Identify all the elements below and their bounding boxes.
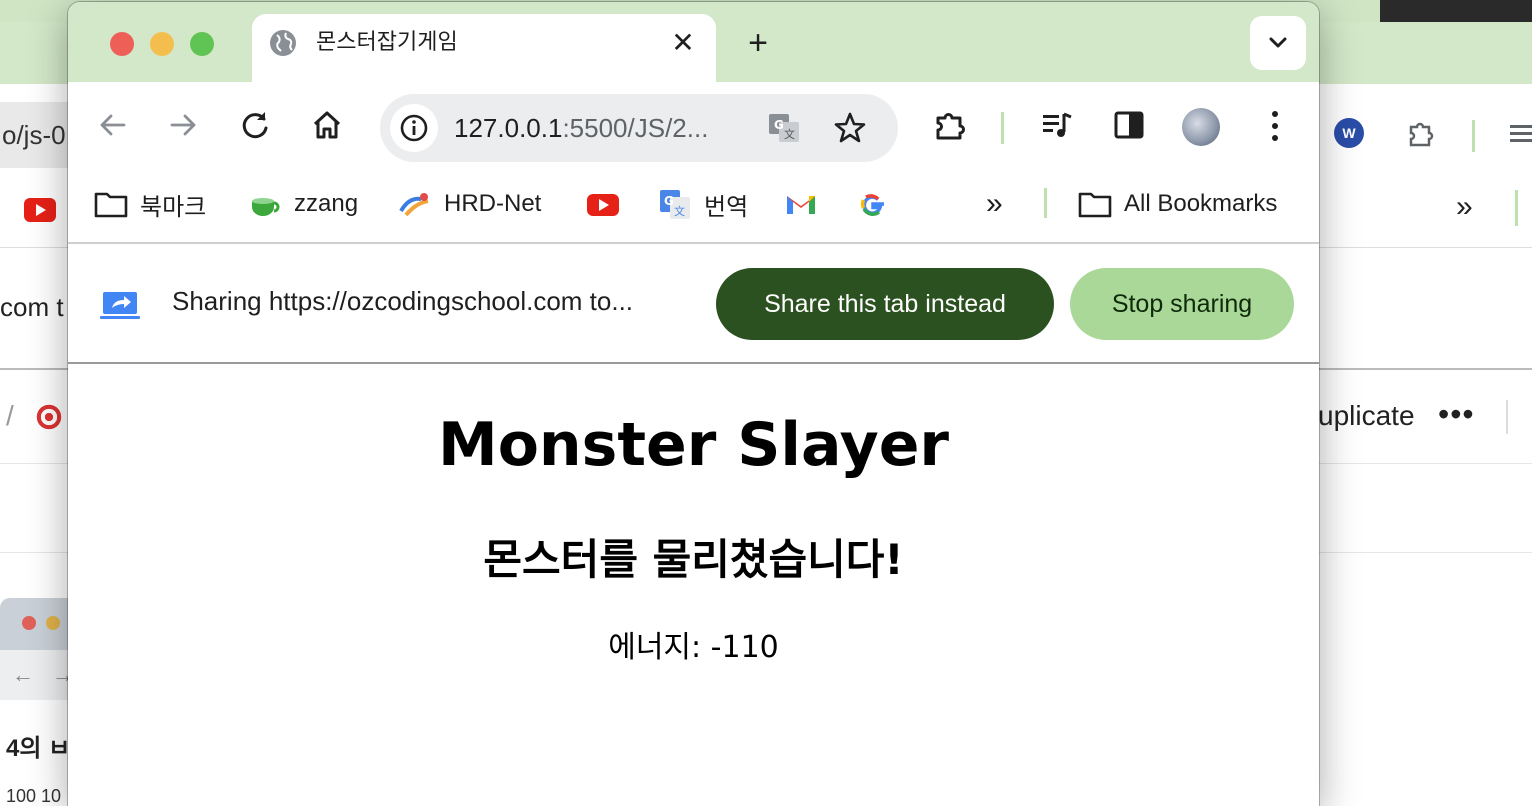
reload-icon[interactable] [238, 108, 272, 142]
more-options-icon[interactable]: ••• [1438, 396, 1475, 433]
fullscreen-window-button[interactable] [190, 32, 214, 56]
url-text[interactable]: 127.0.0.1:5500/JS/2... [454, 94, 708, 162]
svg-text:G: G [664, 194, 674, 208]
bookmark-folder[interactable]: 북마크 [94, 186, 206, 222]
more-bookmarks-chevron[interactable]: » [986, 186, 1003, 222]
w-extension-icon[interactable]: W [1334, 118, 1364, 148]
youtube-icon [587, 194, 619, 216]
url-path: :5500/JS/2... [562, 113, 709, 143]
chevron-down-icon [1269, 37, 1287, 48]
new-tab-button[interactable]: + [740, 26, 776, 62]
active-tab[interactable]: 몬스터잡기게임 ✕ [252, 14, 716, 84]
globe-icon [270, 30, 296, 56]
bookmark-star-icon[interactable] [832, 110, 868, 146]
bookmark-google[interactable] [856, 186, 890, 222]
bookmarks-divider [1515, 190, 1518, 226]
bookmark-youtube[interactable] [586, 186, 620, 222]
stop-sharing-button[interactable]: Stop sharing [1070, 268, 1294, 340]
hrdnet-icon [399, 193, 429, 217]
tab-bar: 몬스터잡기게임 ✕ + [68, 2, 1319, 84]
close-tab-icon[interactable]: ✕ [668, 28, 698, 58]
page-content: Monster Slayer 몬스터를 물리쳤습니다! 에너지: -110 [68, 366, 1319, 806]
all-bookmarks-button[interactable]: All Bookmarks [1078, 186, 1277, 222]
minimize-window-button[interactable] [150, 32, 174, 56]
bookmark-label: HRD-Net [444, 190, 542, 217]
puzzle-icon[interactable] [1406, 118, 1436, 148]
google-translate-icon: G 文 [660, 190, 690, 219]
forward-arrow-icon[interactable] [166, 108, 200, 142]
bookmarks-divider [1044, 188, 1047, 218]
kebab-menu-icon[interactable] [1258, 108, 1292, 144]
header-divider [1506, 400, 1508, 434]
mini-back-arrow-icon[interactable]: ← [12, 662, 34, 688]
target-emoji-icon [36, 404, 62, 430]
background-url-fragment: o/js-0 [0, 102, 68, 168]
bookmark-label: zzang [294, 190, 359, 217]
mini-minimize-dot[interactable] [46, 616, 60, 630]
youtube-icon[interactable] [24, 198, 56, 222]
all-bookmarks-label: All Bookmarks [1124, 190, 1278, 217]
svg-text:文: 文 [784, 127, 795, 141]
home-icon[interactable] [310, 108, 344, 142]
toolbar-divider [1001, 112, 1004, 144]
background-share-fragment: com t [0, 292, 64, 322]
tab-search-button[interactable] [1250, 16, 1306, 70]
teacup-icon [252, 198, 280, 216]
toolbar: 127.0.0.1:5500/JS/2... G 文 [68, 82, 1319, 168]
page-title: Monster Slayer [437, 410, 950, 480]
bookmark-hrd-net[interactable]: HRD-Net [398, 186, 541, 222]
mini-window-numbers: 100 10 [6, 786, 62, 806]
playlist-icon[interactable] [1510, 122, 1532, 146]
translate-icon[interactable]: G 文 [766, 110, 802, 146]
bookmark-gmail[interactable] [784, 186, 818, 222]
battle-result-message: 몬스터를 물리쳤습니다! [483, 535, 904, 584]
back-arrow-icon[interactable] [96, 108, 130, 142]
sharing-status-text: Sharing https://ozcodingschool.com to... [172, 286, 634, 316]
gmail-icon [787, 196, 815, 214]
mini-window-title: 4의 ㅂ [6, 735, 70, 762]
side-panel-icon[interactable] [1112, 108, 1146, 142]
bookmark-label: 북마크 [140, 193, 207, 221]
screen-share-icon [100, 292, 140, 319]
double-chevron-icon: » [986, 187, 1003, 220]
bookmark-label: 번역 [704, 193, 749, 221]
google-icon [860, 194, 884, 216]
site-info-button[interactable] [390, 104, 438, 152]
profile-avatar[interactable] [1182, 108, 1220, 146]
double-chevron-icon[interactable]: » [1456, 190, 1473, 224]
energy-readout: 에너지: -110 [608, 630, 779, 665]
toolbar-divider [1472, 120, 1475, 152]
media-queue-icon[interactable] [1040, 108, 1074, 142]
share-this-tab-button[interactable]: Share this tab instead [716, 268, 1054, 340]
browser-window: 몬스터잡기게임 ✕ + 127.0.0.1:5500/JS/2... G 文 북… [68, 2, 1319, 806]
tab-title: 몬스터잡기게임 [316, 30, 458, 55]
svg-text:文: 文 [674, 204, 685, 218]
close-window-button[interactable] [110, 32, 134, 56]
bookmarks-bar: 북마크 zzang HRD-Net G 文 번역 » All Bookmarks [68, 168, 1319, 244]
breadcrumb-separator: / [6, 400, 14, 431]
folder-icon [1078, 192, 1112, 218]
info-icon [400, 114, 428, 142]
folder-icon [94, 192, 128, 218]
url-host: 127.0.0.1 [454, 113, 563, 143]
bookmark-translate[interactable]: G 文 번역 [658, 186, 748, 222]
svg-text:G: G [774, 118, 784, 132]
address-bar[interactable]: 127.0.0.1:5500/JS/2... G 文 [380, 94, 898, 162]
extensions-puzzle-icon[interactable] [934, 108, 968, 142]
duplicate-button[interactable]: uplicate [1318, 400, 1415, 432]
screen-sharing-bar: Sharing https://ozcodingschool.com to...… [68, 244, 1319, 364]
bookmark-zzang[interactable]: zzang [248, 186, 358, 222]
mini-close-dot[interactable] [22, 616, 36, 630]
